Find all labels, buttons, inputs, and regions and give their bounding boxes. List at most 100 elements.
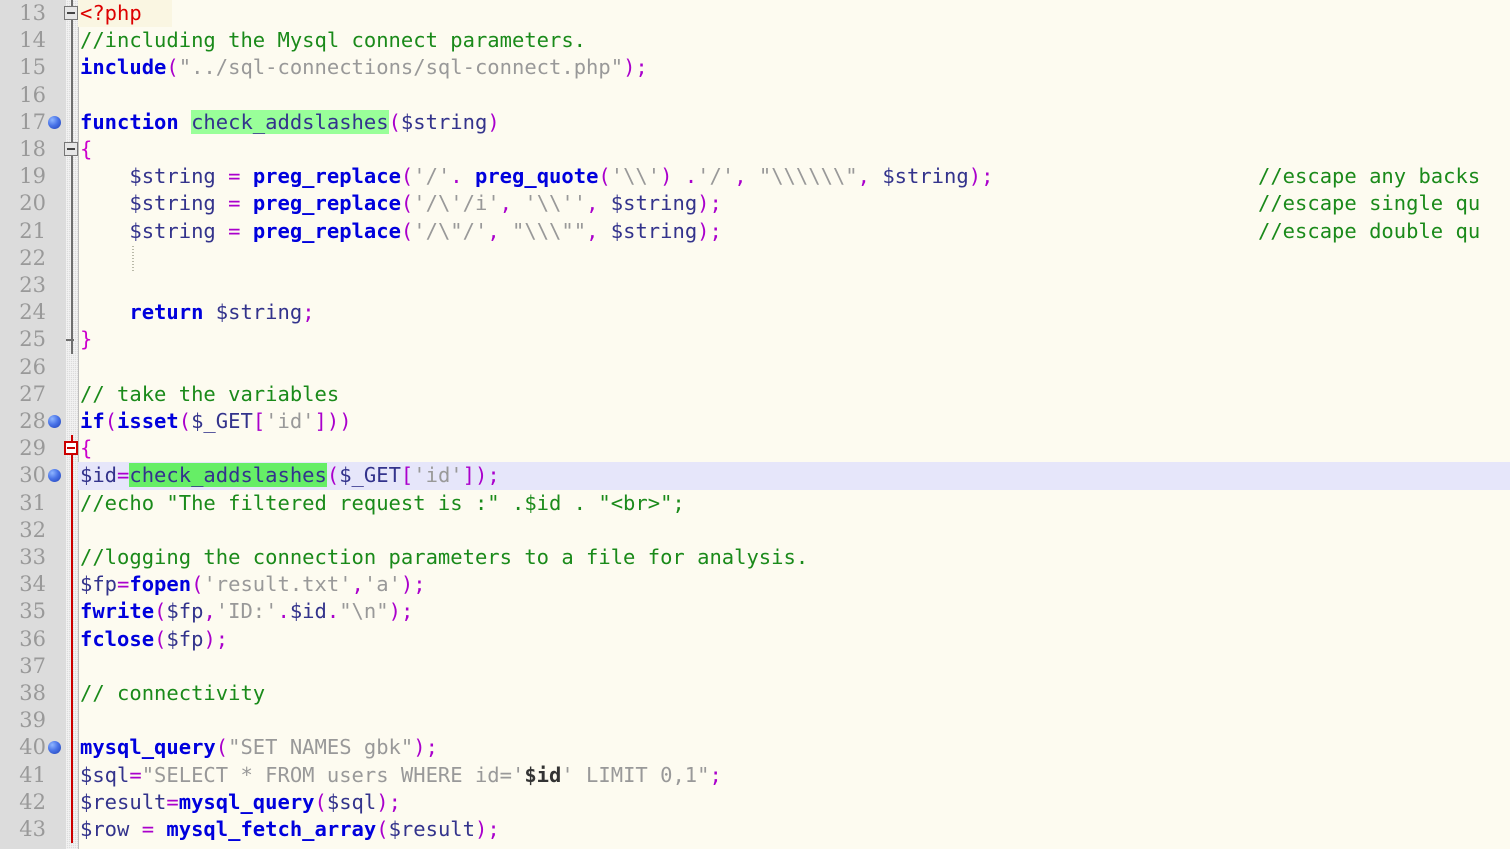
code-token: , bbox=[586, 218, 599, 243]
code-text[interactable]: $id=check_addslashes($_GET['id']); bbox=[80, 462, 500, 489]
code-text[interactable]: } bbox=[80, 326, 92, 353]
code-token: $string bbox=[610, 218, 698, 243]
code-text[interactable]: $string = preg_replace('/\"/', "\\\"", $… bbox=[80, 218, 721, 245]
code-text[interactable]: $string = preg_replace('/'. preg_quote('… bbox=[80, 163, 993, 190]
bookmark-dot-icon[interactable] bbox=[48, 469, 61, 483]
code-line-row[interactable]: 33 //logging the connection parameters to… bbox=[0, 544, 1510, 572]
code-token: //echo "The filtered request is :" .$id … bbox=[80, 490, 685, 515]
code-token: ( bbox=[191, 572, 204, 597]
code-token: $_GET bbox=[191, 409, 253, 433]
code-line-row[interactable]: 29 { bbox=[0, 435, 1510, 463]
code-token: ( bbox=[154, 626, 167, 651]
code-line-row[interactable]: 25} bbox=[0, 326, 1510, 354]
bookmark-dot-icon[interactable] bbox=[48, 741, 61, 755]
fold-minus-icon bbox=[67, 148, 75, 150]
line-number: 15 bbox=[19, 55, 46, 80]
code-line-row[interactable]: 18 { bbox=[0, 136, 1510, 164]
code-line-row[interactable]: 22 bbox=[0, 244, 1510, 272]
code-line-row[interactable]: 14 //including the Mysql connect paramete… bbox=[0, 27, 1510, 55]
code-text[interactable]: function check_addslashes($string) bbox=[80, 109, 500, 136]
code-line-row[interactable]: 34 $fp=fopen('result.txt','a'); bbox=[0, 571, 1510, 599]
code-token: "SET NAMES gbk" bbox=[228, 735, 414, 760]
code-text[interactable]: <?php bbox=[80, 0, 142, 27]
code-token: ( bbox=[598, 164, 611, 189]
code-token: ( bbox=[400, 218, 414, 243]
code-text[interactable]: //including the Mysql connect parameters… bbox=[80, 27, 586, 54]
code-line-row[interactable]: 19 $string = preg_replace('/'. preg_quot… bbox=[0, 163, 1510, 191]
line-number: 26 bbox=[19, 354, 46, 379]
code-token: ) bbox=[697, 218, 710, 243]
code-token: ) bbox=[623, 55, 636, 80]
code-editor[interactable]: 13 <?php 14 //including the Mysql connect p… bbox=[0, 0, 1510, 849]
code-line-row[interactable]: 13 <?php bbox=[0, 0, 1510, 28]
fold-guide-line-active bbox=[71, 652, 73, 680]
code-line-row[interactable]: 28 if(isset($_GET['id'])) bbox=[0, 408, 1510, 435]
code-text[interactable]: $fp=fopen('result.txt','a'); bbox=[80, 571, 426, 598]
code-token: 'result.txt' bbox=[203, 572, 352, 597]
code-line-row[interactable]: 31 //echo "The filtered request is :" .$i… bbox=[0, 489, 1510, 517]
code-line-row[interactable]: 23 bbox=[0, 272, 1510, 300]
code-token: ; bbox=[487, 817, 500, 841]
code-text[interactable]: //echo "The filtered request is :" .$id … bbox=[80, 490, 685, 517]
code-text[interactable]: // connectivity bbox=[80, 680, 265, 707]
code-line-row[interactable]: 32 bbox=[0, 516, 1510, 544]
code-text[interactable]: include("../sql-connections/sql-connect.… bbox=[80, 54, 648, 81]
line-number: 25 bbox=[19, 327, 46, 352]
code-line-row[interactable]: 43 $row = mysql_fetch_array($result); bbox=[0, 816, 1510, 844]
code-text[interactable]: { bbox=[80, 435, 92, 462]
fold-guide-line bbox=[71, 163, 73, 191]
line-number: 33 bbox=[19, 545, 46, 569]
code-line-row[interactable]: 41 $sql="SELECT * FROM users WHERE id='$i… bbox=[0, 761, 1510, 789]
code-line-row[interactable]: 36 fclose($fp); bbox=[0, 625, 1510, 653]
code-text[interactable]: $result=mysql_query($sql); bbox=[80, 789, 401, 816]
code-line-row[interactable]: 16 bbox=[0, 81, 1510, 109]
code-line-row[interactable]: 26 bbox=[0, 354, 1510, 381]
line-number: 29 bbox=[19, 436, 46, 461]
fold-collapse-box-icon[interactable] bbox=[64, 441, 78, 456]
code-text[interactable]: $row = mysql_fetch_array($result); bbox=[80, 816, 500, 843]
code-line-row[interactable]: 15 include("../sql-connections/sql-connec… bbox=[0, 54, 1510, 82]
code-line-row[interactable]: 40 mysql_query("SET NAMES gbk"); bbox=[0, 734, 1510, 762]
code-line-row[interactable]: 17 function check_addslashes($string) bbox=[0, 108, 1510, 136]
code-token: { bbox=[80, 436, 93, 461]
code-line-row[interactable]: 37 bbox=[0, 652, 1510, 680]
fold-collapse-box-icon[interactable] bbox=[64, 6, 78, 20]
code-token: ] bbox=[314, 409, 327, 433]
code-token: ) bbox=[339, 409, 352, 433]
code-text[interactable]: //logging the connection parameters to a… bbox=[80, 544, 808, 571]
code-token: $row bbox=[80, 817, 130, 841]
code-text[interactable]: $sql="SELECT * FROM users WHERE id='$id'… bbox=[80, 762, 722, 789]
code-line-row[interactable]: 42 $result=mysql_query($sql); bbox=[0, 788, 1510, 816]
code-line-row[interactable]: 35 fwrite($fp,'ID:'.$id."\n"); bbox=[0, 598, 1510, 626]
code-line-row[interactable]: 39 bbox=[0, 707, 1510, 735]
code-text[interactable]: if(isset($_GET['id'])) bbox=[80, 408, 352, 435]
code-line-row[interactable]: 24 return $string; bbox=[0, 299, 1510, 327]
code-text[interactable]: $string = preg_replace('/\'/i', '\\'', $… bbox=[80, 190, 721, 217]
bookmark-dot-icon[interactable] bbox=[48, 415, 61, 428]
line-number: 23 bbox=[19, 273, 46, 297]
line-number: 40 bbox=[19, 735, 46, 760]
fold-collapse-box-icon[interactable] bbox=[64, 142, 78, 156]
code-text[interactable]: { bbox=[80, 136, 92, 163]
code-token: . bbox=[277, 599, 290, 624]
code-token: ) bbox=[487, 109, 500, 134]
code-text[interactable]: mysql_query("SET NAMES gbk"); bbox=[80, 734, 438, 761]
code-token: ) bbox=[326, 409, 340, 433]
code-line-row[interactable]: 30 $id=check_addslashes($_GET['id']); bbox=[0, 462, 1510, 490]
code-line-row[interactable]: 20 $string = preg_replace('/\'/i', '\\''… bbox=[0, 190, 1510, 218]
code-line-row[interactable]: 27 // take the variables bbox=[0, 381, 1510, 408]
code-line-row[interactable]: 38 // connectivity bbox=[0, 680, 1510, 708]
fold-guide-line-active bbox=[71, 761, 73, 789]
code-text[interactable]: return $string; bbox=[80, 299, 314, 326]
code-line-row[interactable]: 21 $string = preg_replace('/\"/', "\\\""… bbox=[0, 217, 1510, 245]
code-text[interactable]: fwrite($fp,'ID:'.$id."\n"); bbox=[80, 598, 413, 625]
code-text[interactable]: // take the variables bbox=[80, 381, 339, 408]
fold-guide-line-active bbox=[71, 625, 73, 653]
code-text[interactable]: fclose($fp); bbox=[80, 626, 228, 653]
code-token: ( bbox=[376, 817, 389, 841]
bookmark-dot-icon[interactable] bbox=[48, 115, 61, 129]
